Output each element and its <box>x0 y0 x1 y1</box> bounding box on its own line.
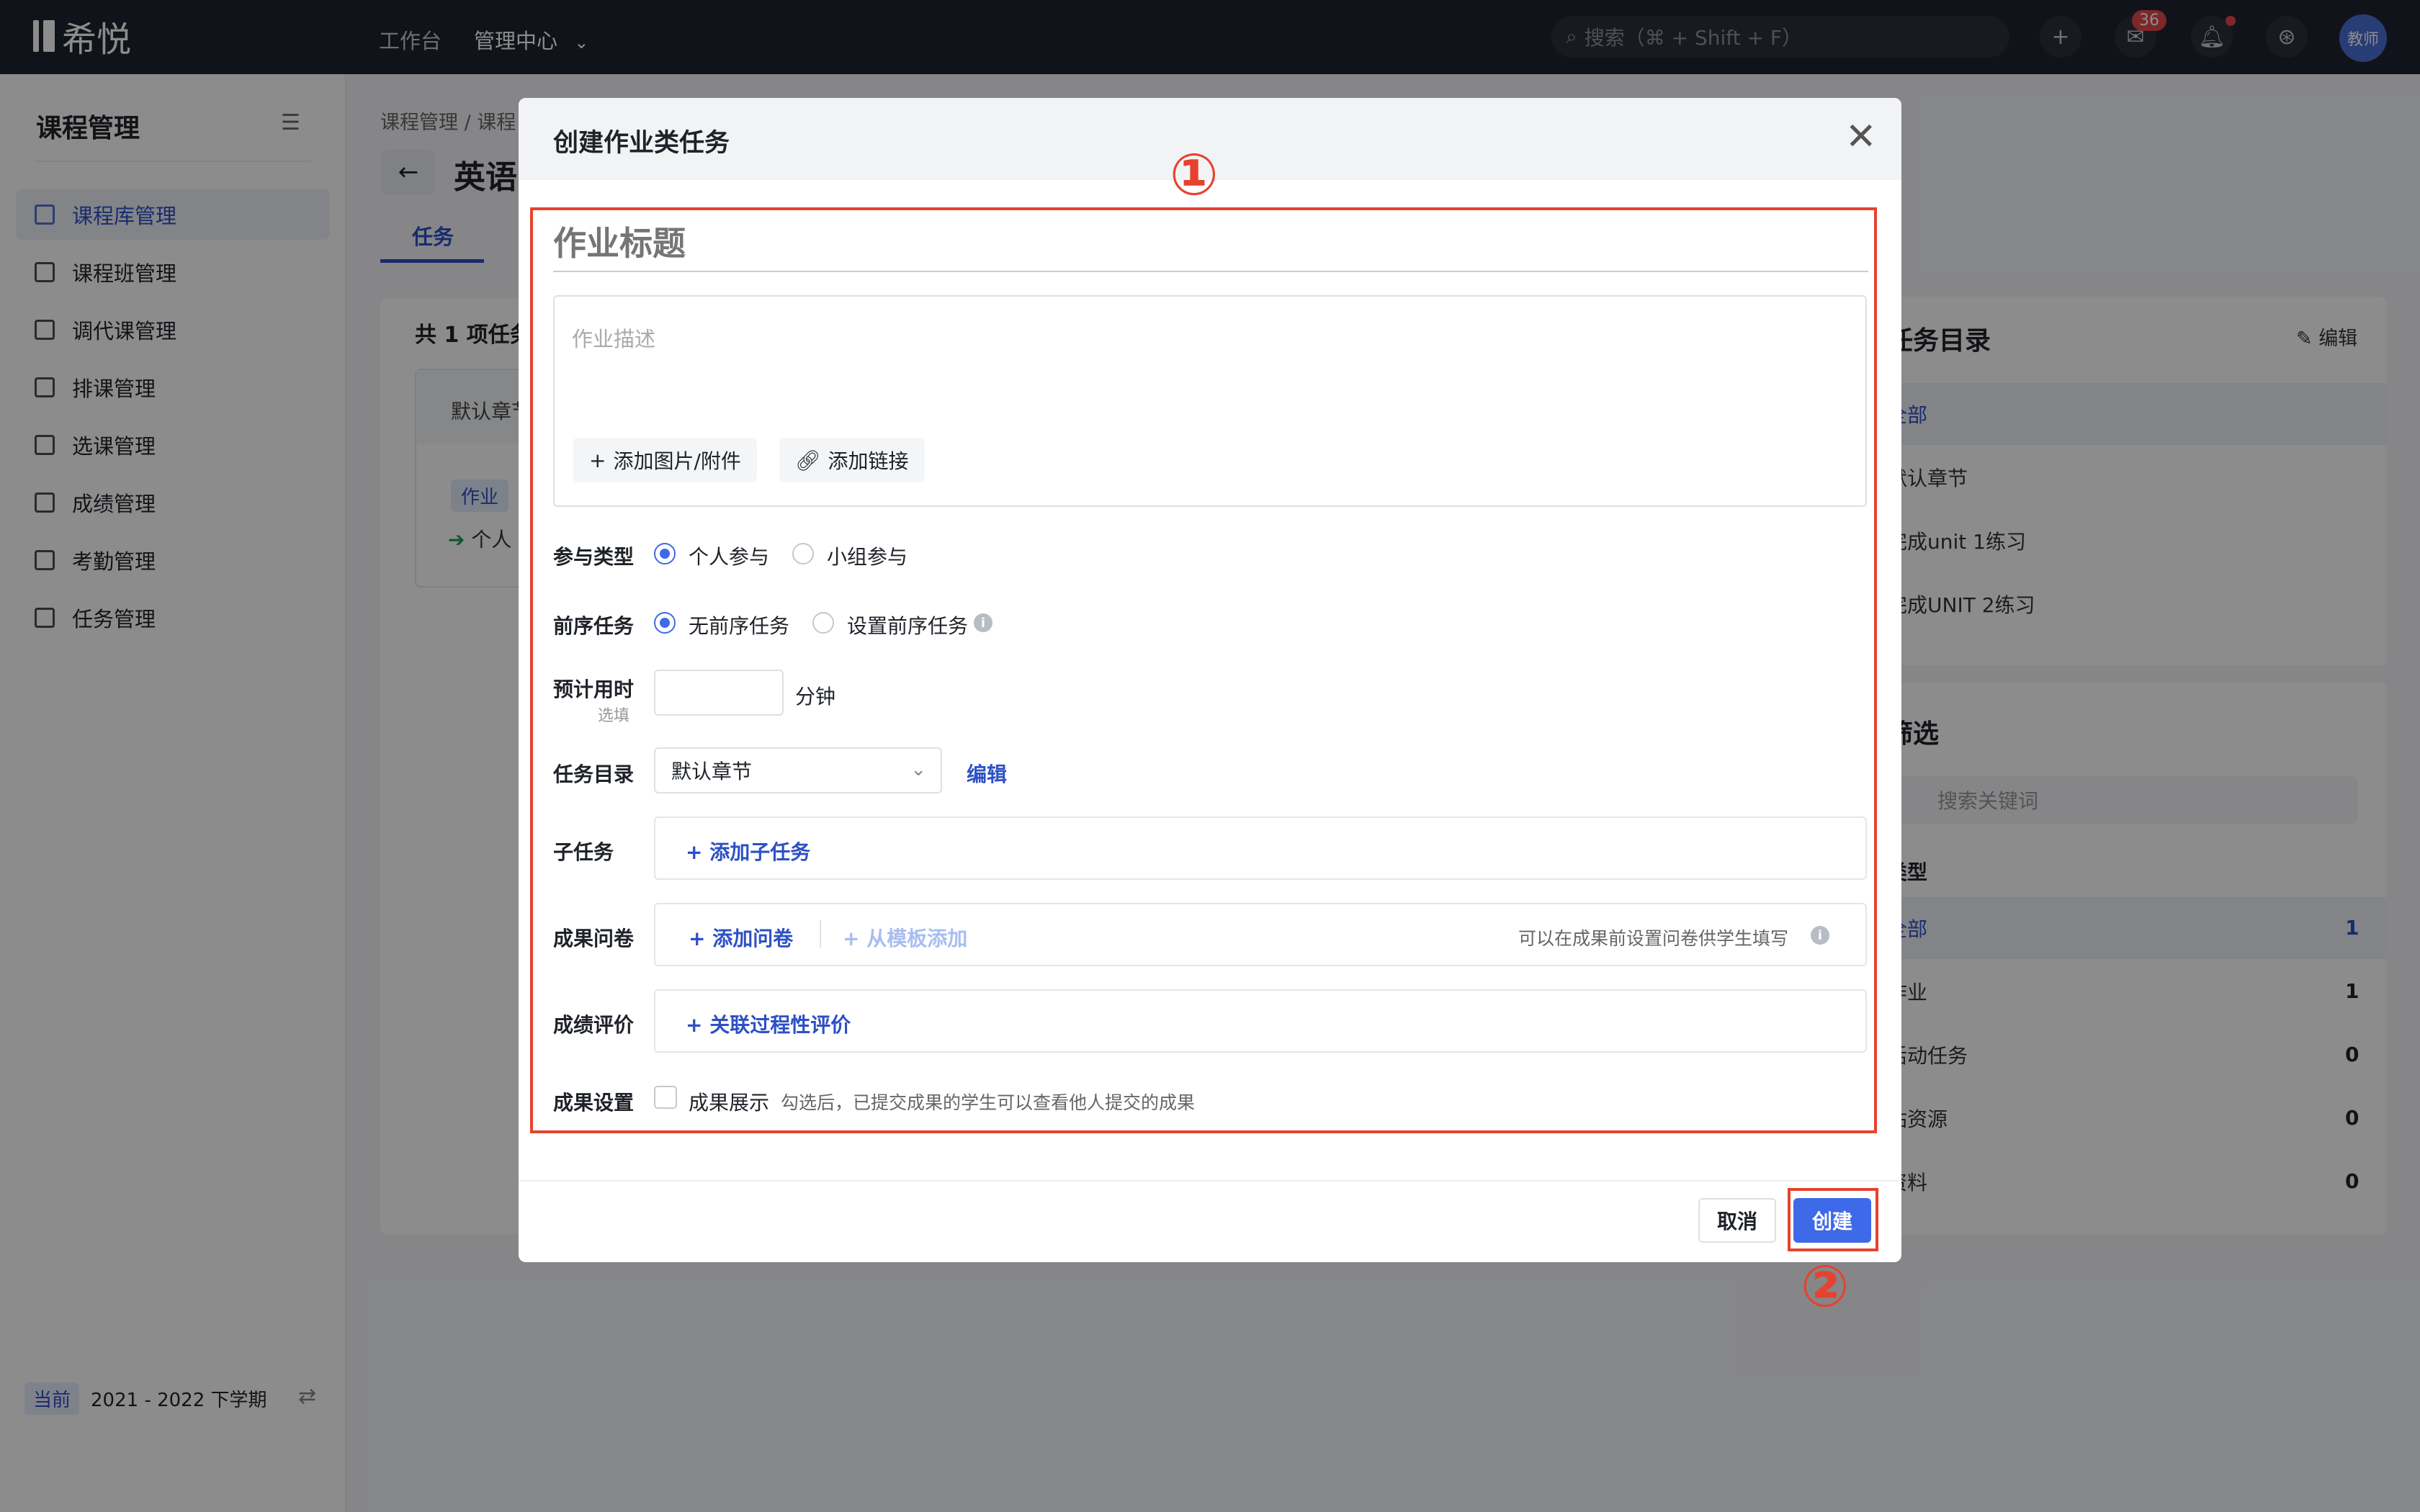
modal-title: 创建作业类任务 <box>553 129 730 158</box>
close-icon[interactable]: ✕ <box>1845 115 1877 158</box>
annotation-marker-2: ② <box>1801 1253 1850 1320</box>
highlight-form-area-top <box>530 207 1877 413</box>
footer-divider <box>519 1180 1901 1182</box>
cancel-button[interactable]: 取消 <box>1698 1198 1776 1243</box>
highlight-form-area <box>530 410 1877 1133</box>
highlight-create-button <box>1788 1188 1878 1251</box>
annotation-marker-1: ① <box>1170 141 1219 208</box>
